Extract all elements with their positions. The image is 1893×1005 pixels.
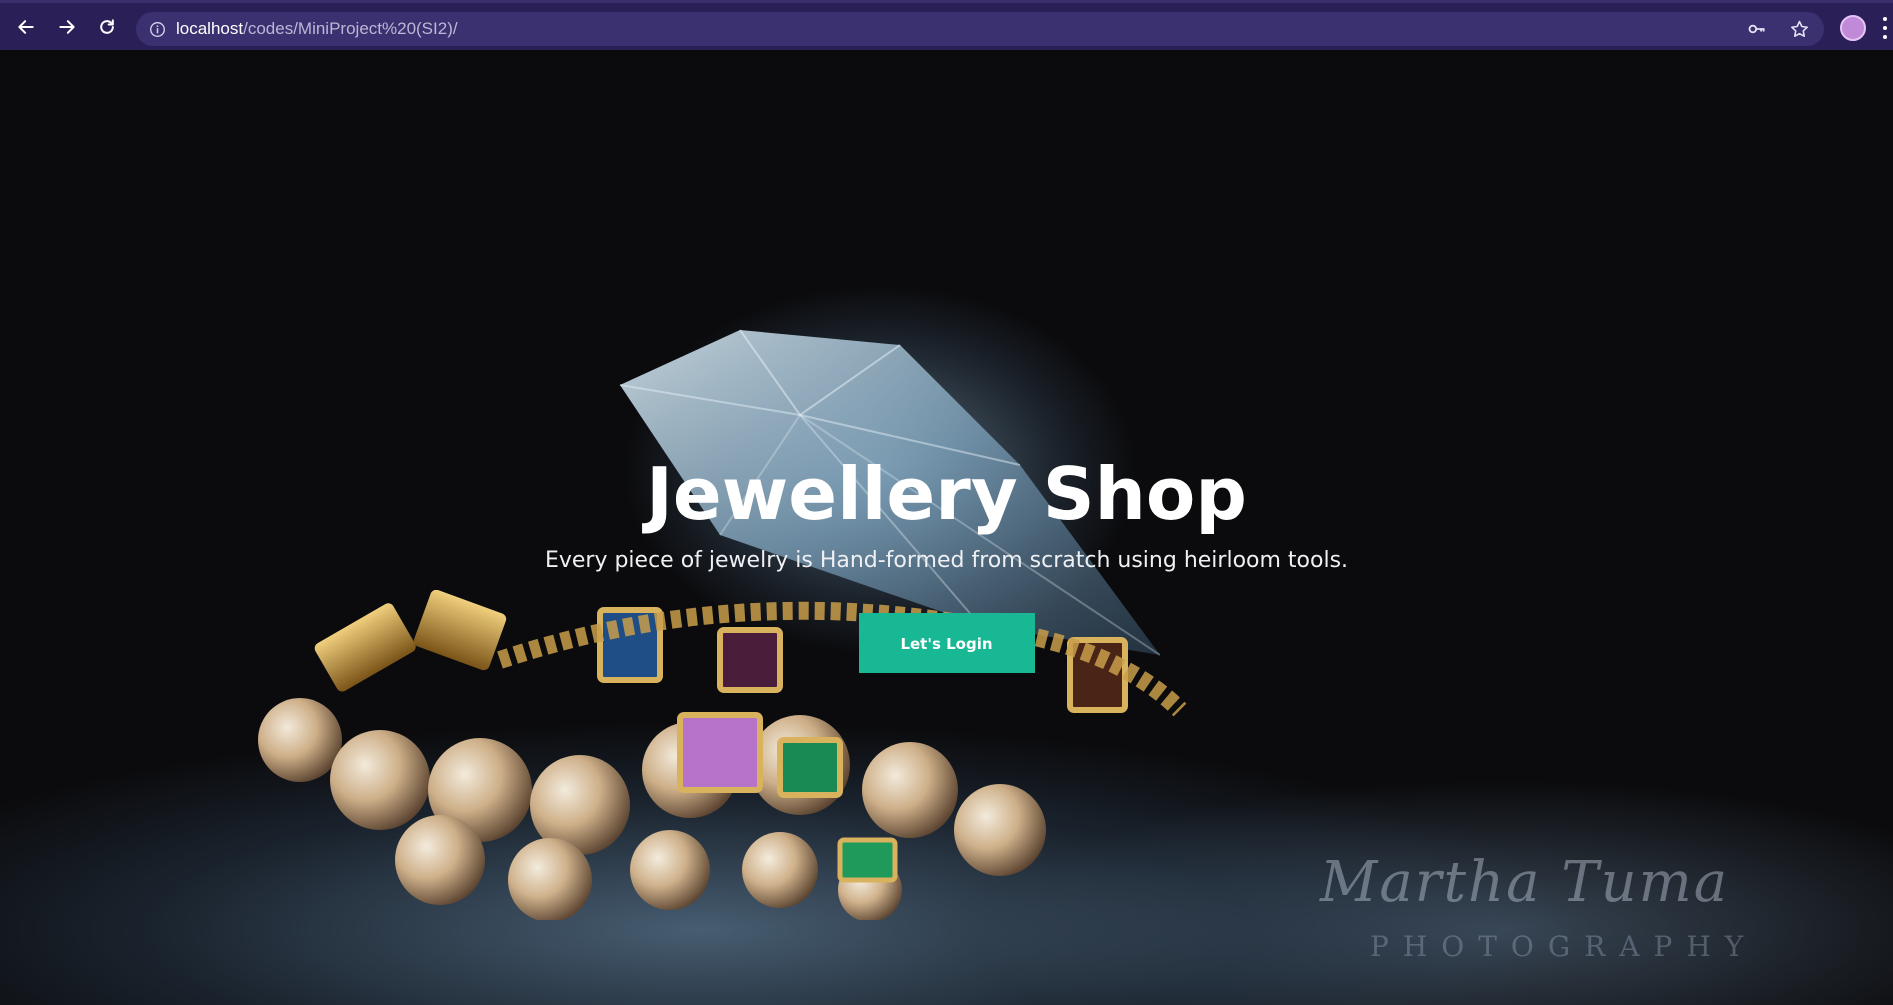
- reload-icon[interactable]: [93, 13, 121, 41]
- info-icon[interactable]: [148, 20, 166, 38]
- url-path: /codes/MiniProject%20(SI2)/: [243, 19, 458, 38]
- hero-content: Jewellery Shop Every piece of jewelry is…: [0, 452, 1893, 674]
- address-bar[interactable]: localhost/codes/MiniProject%20(SI2)/: [136, 12, 1824, 46]
- menu-dots-icon[interactable]: [1882, 17, 1888, 39]
- star-icon[interactable]: [1788, 18, 1810, 40]
- hero-subtitle: Every piece of jewelry is Hand-formed fr…: [544, 548, 1349, 574]
- avatar[interactable]: [1840, 15, 1866, 41]
- back-arrow-icon[interactable]: [12, 13, 40, 41]
- key-icon[interactable]: [1746, 18, 1768, 40]
- hero-section: Martha Tuma PHOTOGRAPHY Jewellery Shop E…: [0, 50, 1893, 1005]
- url-text[interactable]: localhost/codes/MiniProject%20(SI2)/: [176, 19, 458, 39]
- watermark-signature: Martha Tuma: [1320, 850, 1730, 915]
- login-button[interactable]: Let's Login: [858, 613, 1035, 674]
- forward-arrow-icon[interactable]: [53, 13, 81, 41]
- url-host: localhost: [176, 19, 244, 38]
- browser-toolbar: localhost/codes/MiniProject%20(SI2)/: [0, 0, 1893, 50]
- page-title: Jewellery Shop: [646, 452, 1247, 536]
- watermark-subtitle: PHOTOGRAPHY: [1370, 930, 1758, 963]
